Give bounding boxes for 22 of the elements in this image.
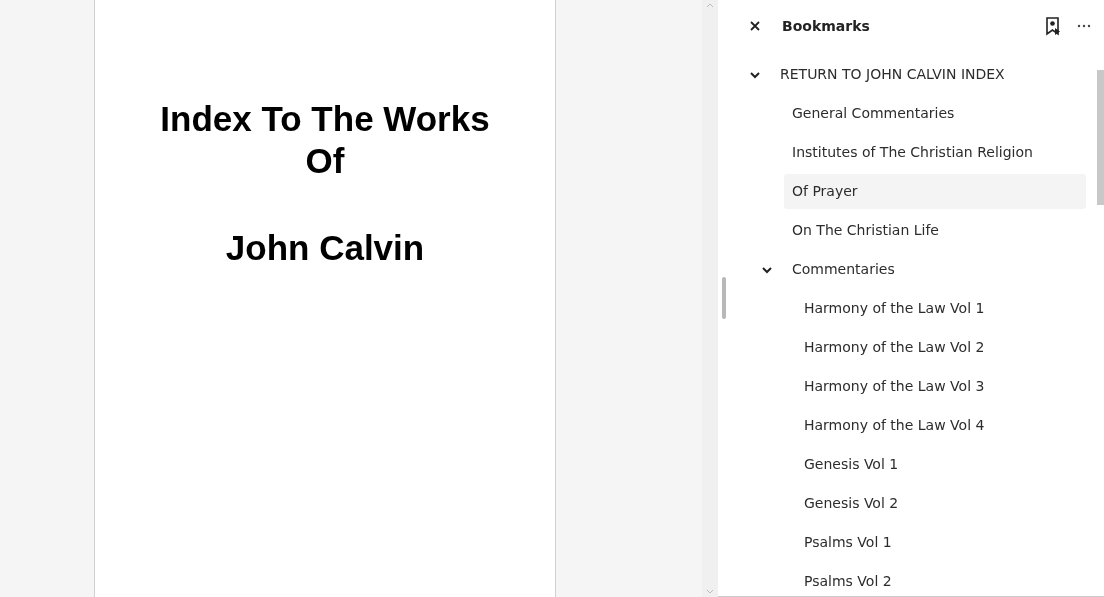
panel-title: Bookmarks	[782, 16, 870, 36]
close-button[interactable]	[749, 20, 761, 32]
bookmark-item[interactable]: Genesis Vol 2	[804, 486, 1086, 521]
bookmark-item[interactable]: Institutes of The Christian Religion	[792, 135, 1086, 170]
bookmark-item[interactable]: Harmony of the Law Vol 3	[804, 369, 1086, 404]
document-title: Of	[305, 140, 345, 182]
bookmark-add-icon[interactable]	[1044, 16, 1062, 36]
bookmark-item[interactable]: On The Christian Life	[792, 213, 1086, 248]
document-title: Index To The Works	[160, 98, 490, 140]
bookmark-item[interactable]: RETURN TO JOHN CALVIN INDEX	[780, 57, 1086, 92]
bookmark-item[interactable]: Psalms Vol 2	[804, 564, 1086, 596]
bookmark-item[interactable]: Psalms Vol 1	[804, 525, 1086, 560]
bookmark-item[interactable]: Harmony of the Law Vol 4	[804, 408, 1086, 443]
bookmark-item[interactable]: Commentaries	[792, 252, 1086, 287]
bookmark-item[interactable]: Of Prayer	[784, 174, 1086, 209]
bookmark-item[interactable]: Harmony of the Law Vol 1	[804, 291, 1086, 326]
bookmark-item[interactable]: General Commentaries	[792, 96, 1086, 131]
bookmark-item[interactable]: Harmony of the Law Vol 2	[804, 330, 1086, 365]
resize-handle[interactable]	[722, 277, 726, 319]
scrollbar-thumb[interactable]	[1097, 70, 1104, 205]
document-subtitle: John Calvin	[225, 227, 425, 269]
bookmark-item[interactable]: Genesis Vol 1	[804, 447, 1086, 482]
